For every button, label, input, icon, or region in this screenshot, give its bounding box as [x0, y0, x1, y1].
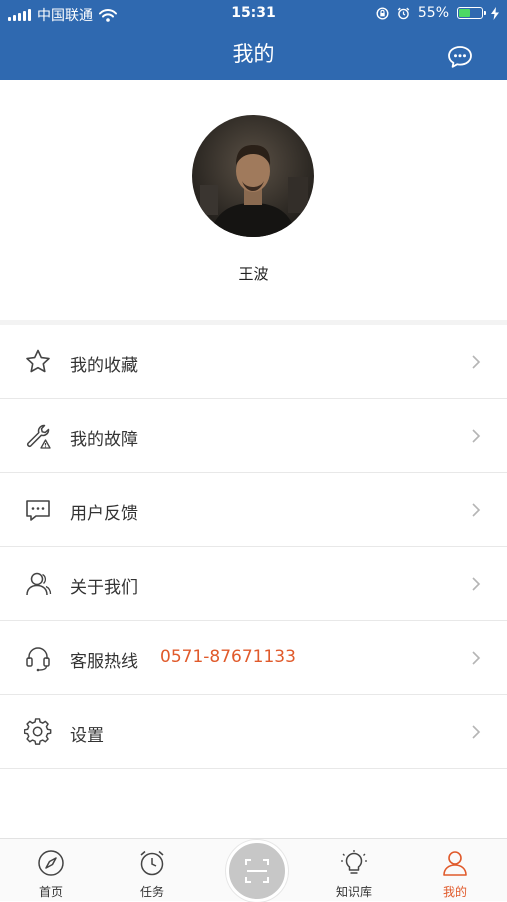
- menu-item-about-us[interactable]: 关于我们: [0, 547, 507, 621]
- menu-item-feedback[interactable]: 用户反馈: [0, 473, 507, 547]
- menu-item-settings[interactable]: 设置: [0, 695, 507, 769]
- scan-icon: [245, 859, 269, 883]
- tab-label: 知识库: [335, 885, 372, 899]
- wrench-warning-icon: [27, 424, 51, 449]
- profile-section: 王波: [0, 80, 507, 320]
- menu-item-my-faults[interactable]: 我的故障: [0, 399, 507, 473]
- chevron-right-icon: [472, 651, 481, 665]
- tab-home[interactable]: 首页: [11, 839, 91, 901]
- hotline-number[interactable]: 0571-87671133: [160, 647, 296, 667]
- alarm-icon: [397, 7, 410, 19]
- chevron-right-icon: [472, 503, 481, 517]
- compass-icon: [38, 850, 64, 876]
- status-bar: 中国联通 15:31 55%: [0, 0, 507, 28]
- menu-item-customer-hotline[interactable]: 客服热线 0571-87671133: [0, 621, 507, 695]
- menu-item-label: 客服热线: [70, 652, 138, 672]
- star-icon: [26, 349, 50, 373]
- tab-mine[interactable]: 我的: [415, 839, 495, 901]
- menu-item-label: 我的故障: [70, 430, 138, 450]
- rotation-lock-icon: [376, 6, 389, 20]
- user-name: 王波: [238, 265, 269, 283]
- chevron-right-icon: [472, 577, 481, 591]
- battery-percent: 55%: [417, 5, 449, 21]
- page-title: 我的: [232, 42, 275, 66]
- headset-icon: [26, 647, 50, 672]
- menu-item-label: 用户反馈: [70, 504, 138, 524]
- tab-knowledge-base[interactable]: 知识库: [314, 839, 394, 901]
- alarm-clock-icon: [140, 850, 164, 876]
- person-icon: [443, 851, 467, 876]
- menu-item-label: 我的收藏: [70, 356, 138, 376]
- feedback-message-icon: [26, 500, 50, 521]
- menu-item-label: 关于我们: [70, 578, 138, 598]
- scan-button[interactable]: [226, 840, 288, 902]
- chevron-right-icon: [472, 429, 481, 443]
- charging-bolt-icon: [491, 6, 499, 20]
- chat-bubble-icon[interactable]: [447, 45, 473, 69]
- menu-list: 我的收藏 我的故障 用户反馈 关于我们 客服热线 0571-87671133 设…: [0, 325, 507, 769]
- tab-label: 我的: [442, 885, 467, 899]
- avatar[interactable]: [192, 115, 314, 237]
- top-bar: 中国联通 15:31 55% 我的: [0, 0, 507, 80]
- tab-tasks[interactable]: 任务: [112, 839, 192, 901]
- gear-icon: [24, 718, 52, 745]
- tab-label: 任务: [139, 885, 164, 899]
- people-icon: [26, 572, 52, 596]
- menu-item-label: 设置: [70, 726, 104, 746]
- menu-item-favorites[interactable]: 我的收藏: [0, 325, 507, 399]
- chevron-right-icon: [472, 355, 481, 369]
- lightbulb-icon: [341, 850, 367, 874]
- battery-icon: [457, 7, 486, 19]
- tab-label: 首页: [38, 885, 63, 899]
- chevron-right-icon: [472, 725, 481, 739]
